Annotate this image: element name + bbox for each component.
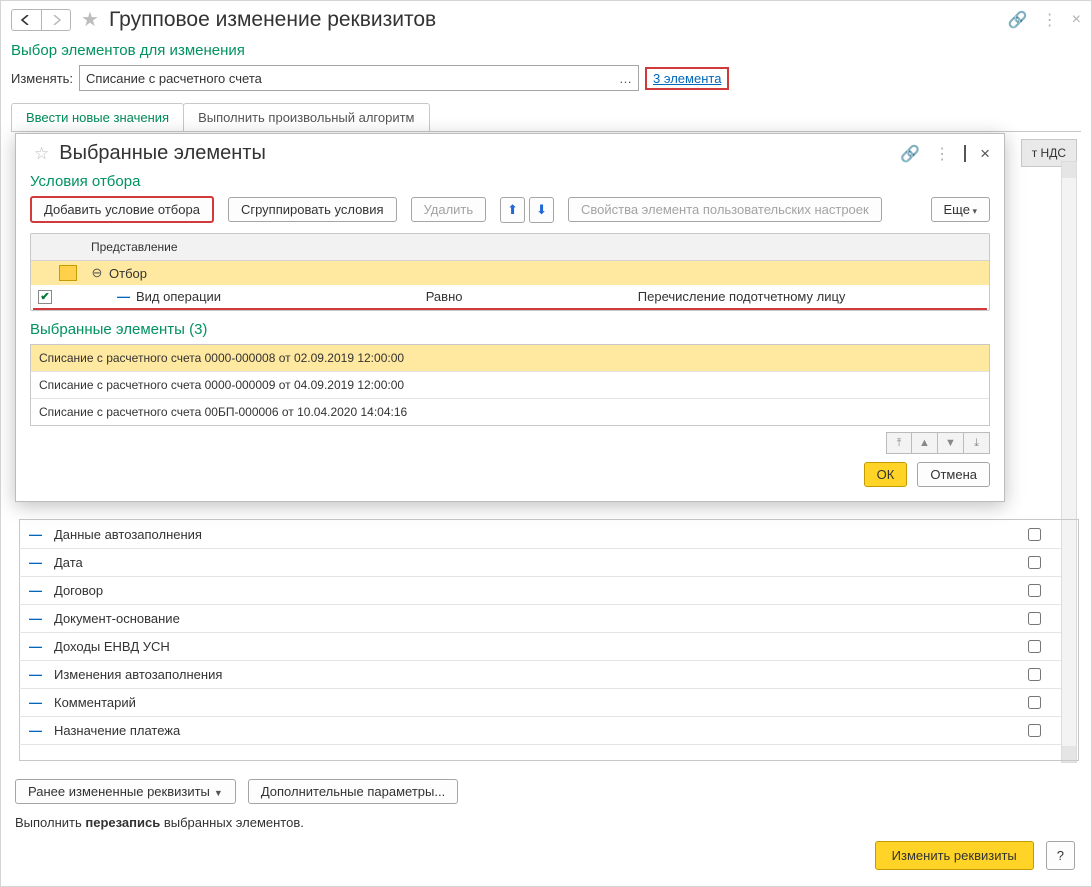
tabs: Ввести новые значения Выполнить произвол… <box>11 103 1081 132</box>
selected-elements-list: Списание с расчетного счета 0000-000008 … <box>30 344 990 426</box>
more-button[interactable]: Еще <box>931 197 990 222</box>
extra-params-button[interactable]: Дополнительные параметры... <box>248 779 458 804</box>
link-icon[interactable]: 🔗 <box>900 144 920 164</box>
change-label: Изменять: <box>11 71 73 86</box>
add-condition-button[interactable]: Добавить условие отбора <box>30 196 214 223</box>
ellipsis-icon[interactable]: … <box>619 71 632 86</box>
nav-buttons: ⤒ ▲ ▼ ⤓ <box>30 432 990 454</box>
link-icon[interactable]: 🔗 <box>1008 10 1028 30</box>
selected-item[interactable]: Списание с расчетного счета 0000-000009 … <box>31 372 989 399</box>
filter-root-row[interactable]: ⊖Отбор <box>31 261 989 285</box>
prev-changed-button[interactable]: Ранее измененные реквизиты▼ <box>15 779 236 804</box>
row-checkbox[interactable] <box>1028 724 1041 737</box>
main-header: ★ Групповое изменение реквизитов 🔗 ⋮ × <box>11 7 1081 32</box>
elements-count-link[interactable]: 3 элемента <box>645 67 729 90</box>
page-title: Групповое изменение реквизитов <box>109 8 436 32</box>
group-conditions-button[interactable]: Сгруппировать условия <box>228 197 397 222</box>
forward-button[interactable] <box>41 9 71 31</box>
row-checkbox[interactable] <box>1028 668 1041 681</box>
footer-text: Выполнить перезапись выбранных элементов… <box>15 815 304 830</box>
ok-button[interactable]: ОК <box>864 462 908 487</box>
move-down-button[interactable]: ⬇ <box>529 197 554 223</box>
selected-item[interactable]: Списание с расчетного счета 00БП-000006 … <box>31 399 989 425</box>
cancel-button[interactable]: Отмена <box>917 462 990 487</box>
move-up-button[interactable]: ⬆ <box>500 197 525 223</box>
close-icon[interactable]: × <box>980 144 990 164</box>
row-checkbox[interactable] <box>1028 528 1041 541</box>
last-page-button[interactable]: ⤓ <box>964 432 990 454</box>
change-input[interactable]: Списание с расчетного счета … <box>79 65 639 91</box>
list-item[interactable]: —Назначение платежа <box>19 717 1061 745</box>
delete-button[interactable]: Удалить <box>411 197 487 222</box>
properties-button[interactable]: Свойства элемента пользовательских настр… <box>568 197 882 222</box>
star-icon[interactable]: ☆ <box>34 144 49 164</box>
row-checkbox[interactable] <box>1028 584 1041 597</box>
modal-section-title: Условия отбора <box>30 173 990 190</box>
back-button[interactable] <box>11 9 41 31</box>
tab-new-values[interactable]: Ввести новые значения <box>11 103 184 131</box>
modal-title: Выбранные элементы <box>59 142 266 165</box>
kebab-icon[interactable]: ⋮ <box>934 144 950 164</box>
list-item[interactable]: —Изменения автозаполнения <box>19 661 1061 689</box>
back-requisites-list: —Данные автозаполнения —Дата —Договор —Д… <box>19 521 1061 745</box>
help-button[interactable]: ? <box>1046 841 1075 870</box>
star-icon[interactable]: ★ <box>81 7 99 32</box>
next-page-button[interactable]: ▼ <box>938 432 964 454</box>
filter-toolbar: Добавить условие отбора Сгруппировать ус… <box>30 196 990 223</box>
selected-item[interactable]: Списание с расчетного счета 0000-000008 … <box>31 345 989 372</box>
row-checkbox[interactable] <box>1028 556 1041 569</box>
col-header-representation: Представление <box>83 234 989 260</box>
row-checkbox[interactable] <box>1028 696 1041 709</box>
kebab-icon[interactable]: ⋮ <box>1042 10 1058 30</box>
list-item[interactable]: —Комментарий <box>19 689 1061 717</box>
list-item[interactable]: —Данные автозаполнения <box>19 521 1061 549</box>
tab-algorithm[interactable]: Выполнить произвольный алгоритм <box>183 103 429 131</box>
first-page-button[interactable]: ⤒ <box>886 432 912 454</box>
filter-table: Представление ⊖Отбор ✔ —Вид операции Рав… <box>30 233 990 311</box>
selected-elements-modal: ☆ Выбранные элементы 🔗 ⋮ × Условия отбор… <box>15 133 1005 502</box>
maximize-icon[interactable] <box>964 146 966 161</box>
close-icon[interactable]: × <box>1072 11 1081 29</box>
selected-section-title: Выбранные элементы (3) <box>30 321 990 338</box>
apply-button[interactable]: Изменить реквизиты <box>875 841 1034 870</box>
filter-condition-row[interactable]: ✔ —Вид операции Равно Перечисление подот… <box>31 285 989 308</box>
list-item[interactable]: —Дата <box>19 549 1061 577</box>
list-item[interactable]: —Договор <box>19 577 1061 605</box>
list-item[interactable]: —Доходы ЕНВД УСН <box>19 633 1061 661</box>
list-item[interactable]: —Документ-основание <box>19 605 1061 633</box>
prev-page-button[interactable]: ▲ <box>912 432 938 454</box>
row-checkbox[interactable] <box>1028 612 1041 625</box>
section-select-title: Выбор элементов для изменения <box>11 42 1081 59</box>
filter-highlight-underline <box>33 308 987 310</box>
row-checkbox[interactable] <box>1028 640 1041 653</box>
